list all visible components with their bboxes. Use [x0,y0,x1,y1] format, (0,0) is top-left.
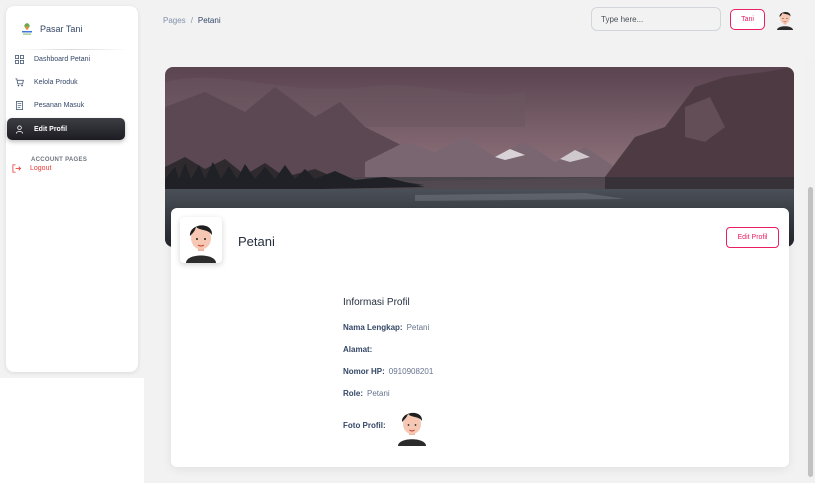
field-label: Nama Lengkap: [343,323,403,332]
sidebar-item-label: Kelola Produk [34,78,78,86]
info-row-alamat: Alamat: [343,345,376,354]
profile-name: Petani [238,234,275,249]
field-value: 0910908201 [388,367,434,376]
breadcrumb: Pages / Petani [163,16,221,25]
avatar[interactable] [775,8,795,30]
field-label: Nomor HP: [343,367,385,376]
info-row-role: Role: Petani [343,389,390,398]
field-label: Role: [343,389,363,398]
info-row-nama: Nama Lengkap: Petani [343,323,429,332]
user-icon [15,124,24,134]
sidebar-item-label: Edit Profil [34,125,68,133]
field-label: Alamat: [343,345,373,354]
logout-link[interactable]: Logout [12,164,51,173]
cart-icon [15,78,24,86]
logout-icon [12,164,21,173]
breadcrumb-pages[interactable]: Pages [163,16,186,25]
photo-label: Foto Profil: [343,421,386,430]
brand[interactable]: Pasar Tani [20,19,82,39]
profile-photo [394,406,430,446]
field-value: Petani [367,389,390,398]
breadcrumb-separator: / [190,16,193,25]
edit-profile-button[interactable]: Edit Profil [726,227,779,248]
search-input[interactable] [591,7,721,31]
field-value: Petani [406,323,430,332]
sidebar-item-pesanan-masuk[interactable]: Pesanan Masuk [7,94,125,116]
dashboard-icon [15,54,24,64]
page-background-strip [0,378,144,483]
receipt-icon [15,100,24,110]
sidebar-item-label: Dashboard Petani [34,55,91,63]
scrollbar-thumb[interactable] [808,187,813,477]
logout-label: Logout [30,165,52,172]
section-title: ACCOUNT PAGES [31,157,88,163]
info-section-title: Informasi Profil [343,297,410,308]
role-button[interactable]: Tani [730,9,765,30]
profile-avatar [180,217,222,263]
breadcrumb-current: Petani [197,16,221,25]
sidebar-item-dashboard[interactable]: Dashboard Petani [7,48,125,70]
info-row-nomor-hp: Nomor HP: 0910908201 [343,367,433,376]
brand-logo-icon [20,21,34,37]
sidebar-item-edit-profil[interactable]: Edit Profil [7,118,125,140]
sidebar-item-kelola-produk[interactable]: Kelola Produk [7,71,125,93]
sidebar-item-label: Pesanan Masuk [34,101,85,109]
brand-name: Pasar Tani [40,24,83,34]
